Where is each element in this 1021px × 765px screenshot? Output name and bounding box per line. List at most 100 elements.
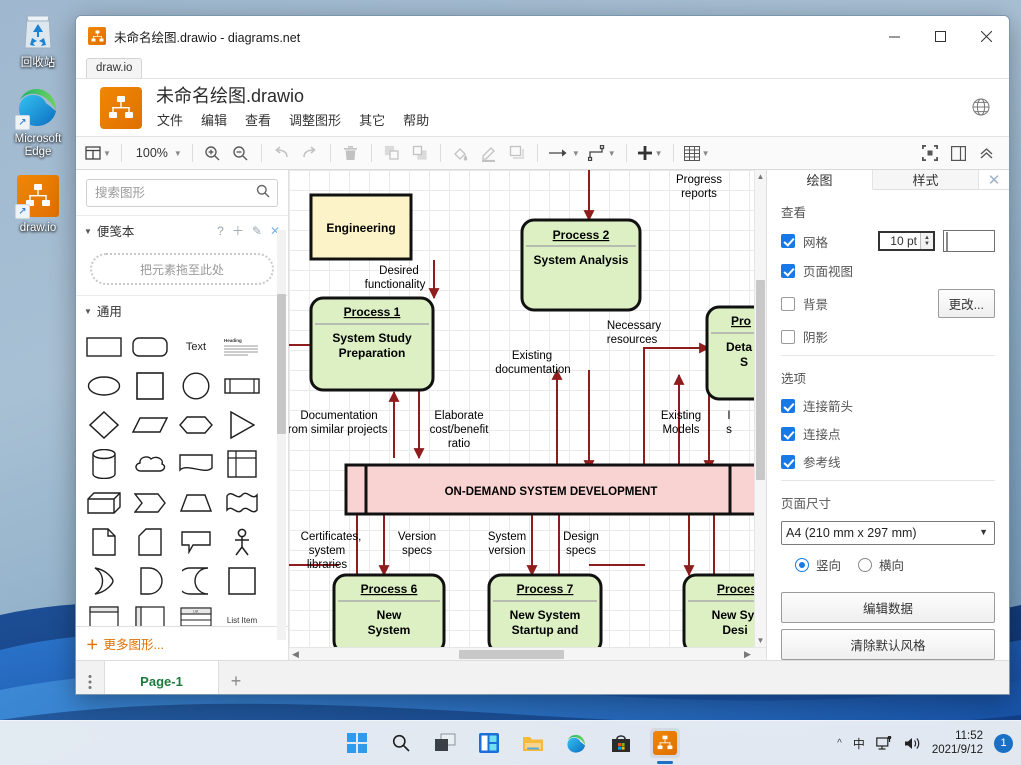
guides-checkbox[interactable] [781,455,795,469]
search-icon[interactable] [256,184,270,203]
bring-to-front-icon[interactable] [379,140,405,166]
grid-color-swatch[interactable] [943,230,995,252]
diagram-canvas[interactable]: Engineering Process 1 System Study Prepa… [289,170,766,660]
notification-badge[interactable]: 1 [994,734,1013,753]
redo-icon[interactable] [297,140,323,166]
background-checkbox[interactable] [781,297,795,311]
fill-color-icon[interactable] [448,140,474,166]
volume-icon[interactable] [904,736,921,751]
shape-or[interactable] [84,565,124,597]
tray-chevron-icon[interactable]: ^ [837,738,842,749]
edge-icon[interactable] [562,728,592,758]
zoom-out-icon[interactable] [228,140,254,166]
edit-data-button[interactable]: 编辑数据 [781,592,995,623]
shape-data-storage[interactable] [176,565,216,597]
shadow-icon[interactable] [504,140,530,166]
orientation-portrait-radio[interactable] [795,558,809,572]
search-input[interactable] [95,186,256,200]
page-tab-page-1[interactable]: Page-1 [104,661,219,696]
menu-help[interactable]: 帮助 [402,109,430,130]
section-header-scratchpad[interactable]: ▼ 便笺本 ? ＋ ✎ ✕ [76,215,288,245]
shapes-panel-scrollbar[interactable] [277,230,286,640]
page-size-select[interactable]: A4 (210 mm x 297 mm) [781,521,995,545]
shape-internal-storage[interactable] [222,448,262,480]
connection-arrow-icon[interactable]: ▼ [545,140,583,166]
page-layout-icon[interactable]: ▼ [82,140,114,166]
grid-size-input[interactable] [880,233,920,249]
option-shadow[interactable]: 阴影 [781,327,995,346]
menu-extras[interactable]: 其它 [358,109,386,130]
trash-icon[interactable] [338,140,364,166]
connection-points-checkbox[interactable] [781,427,795,441]
more-shapes-button[interactable]: ＋ 更多图形... [76,626,288,660]
shape-parallelogram[interactable] [130,409,170,441]
shape-cloud[interactable] [130,448,170,480]
shape-rounded-rectangle[interactable] [130,331,170,363]
shape-textbox[interactable]: Heading [222,331,262,363]
menu-file[interactable]: 文件 [156,109,184,130]
shape-card[interactable] [130,526,170,558]
ime-indicator[interactable]: 中 [853,735,865,752]
shape-container[interactable] [222,565,262,597]
insert-plus-icon[interactable]: ▼ [634,140,666,166]
file-explorer-icon[interactable] [518,728,548,758]
shape-callout[interactable] [176,526,216,558]
shape-process[interactable] [222,370,262,402]
send-to-back-icon[interactable] [407,140,433,166]
shape-actor[interactable] [222,526,262,558]
shape-cube[interactable] [84,487,124,519]
fullscreen-icon[interactable] [917,140,943,166]
orientation-landscape-radio[interactable] [858,558,872,572]
shape-rectangle[interactable] [84,331,124,363]
shape-list[interactable]: List [176,604,216,626]
scrollbar-thumb[interactable] [459,650,564,659]
clear-default-style-button[interactable]: 清除默认风格 [781,629,995,660]
scrollbar-thumb[interactable] [277,294,286,434]
desktop-icon-edge[interactable]: ↗ Microsoft Edge [0,84,76,159]
collapse-toolbar-icon[interactable] [973,140,999,166]
option-connection-points[interactable]: 连接点 [781,424,995,443]
taskbar-clock[interactable]: 11:52 2021/9/12 [932,729,983,757]
grid-size-stepper[interactable]: ▲ ▼ [878,231,935,251]
shape-vertical-container[interactable] [84,604,124,626]
waypoint-icon[interactable]: ▼ [585,140,619,166]
shape-square[interactable] [130,370,170,402]
shadow-checkbox[interactable] [781,330,795,344]
shape-note[interactable] [84,526,124,558]
shape-list-item[interactable]: List Item [222,604,262,626]
desktop-icon-recycle-bin[interactable]: 回收站 [0,8,76,70]
start-icon[interactable] [342,728,372,758]
stepper-down-icon[interactable]: ▼ [924,241,930,247]
shape-diamond[interactable] [84,409,124,441]
widgets-icon[interactable] [474,728,504,758]
option-connection-arrows[interactable]: 连接箭头 [781,396,995,415]
background-change-button[interactable]: 更改... [938,289,995,318]
add-page-button[interactable]: + [219,671,253,692]
desktop-icon-drawio[interactable]: ↗ draw.io [0,173,76,235]
shape-trapezoid[interactable] [176,487,216,519]
search-box[interactable] [86,179,278,207]
shape-document[interactable] [176,448,216,480]
shape-ellipse[interactable] [84,370,124,402]
scratchpad-dropzone[interactable]: 把元素拖至此处 [90,253,274,285]
connection-arrows-checkbox[interactable] [781,399,795,413]
microsoft-store-icon[interactable] [606,728,636,758]
shape-step[interactable] [130,487,170,519]
close-button[interactable] [963,16,1009,56]
menu-edit[interactable]: 编辑 [200,109,228,130]
task-view-icon[interactable] [430,728,460,758]
shape-horizontal-container[interactable] [130,604,170,626]
browser-tab-drawio[interactable]: draw.io [86,58,142,78]
page-view-checkbox[interactable] [781,264,795,278]
drawio-icon[interactable] [650,728,680,758]
option-guides[interactable]: 参考线 [781,452,995,471]
shape-tape[interactable] [222,487,262,519]
maximize-button[interactable] [917,16,963,56]
shape-triangle[interactable] [222,409,262,441]
table-icon[interactable]: ▼ [681,140,713,166]
scroll-right-icon[interactable]: ▶ [741,649,754,660]
help-icon[interactable]: ? [217,224,224,238]
shape-and[interactable] [130,565,170,597]
page-menu-icon[interactable] [76,674,104,690]
scroll-left-icon[interactable]: ◀ [289,649,302,660]
